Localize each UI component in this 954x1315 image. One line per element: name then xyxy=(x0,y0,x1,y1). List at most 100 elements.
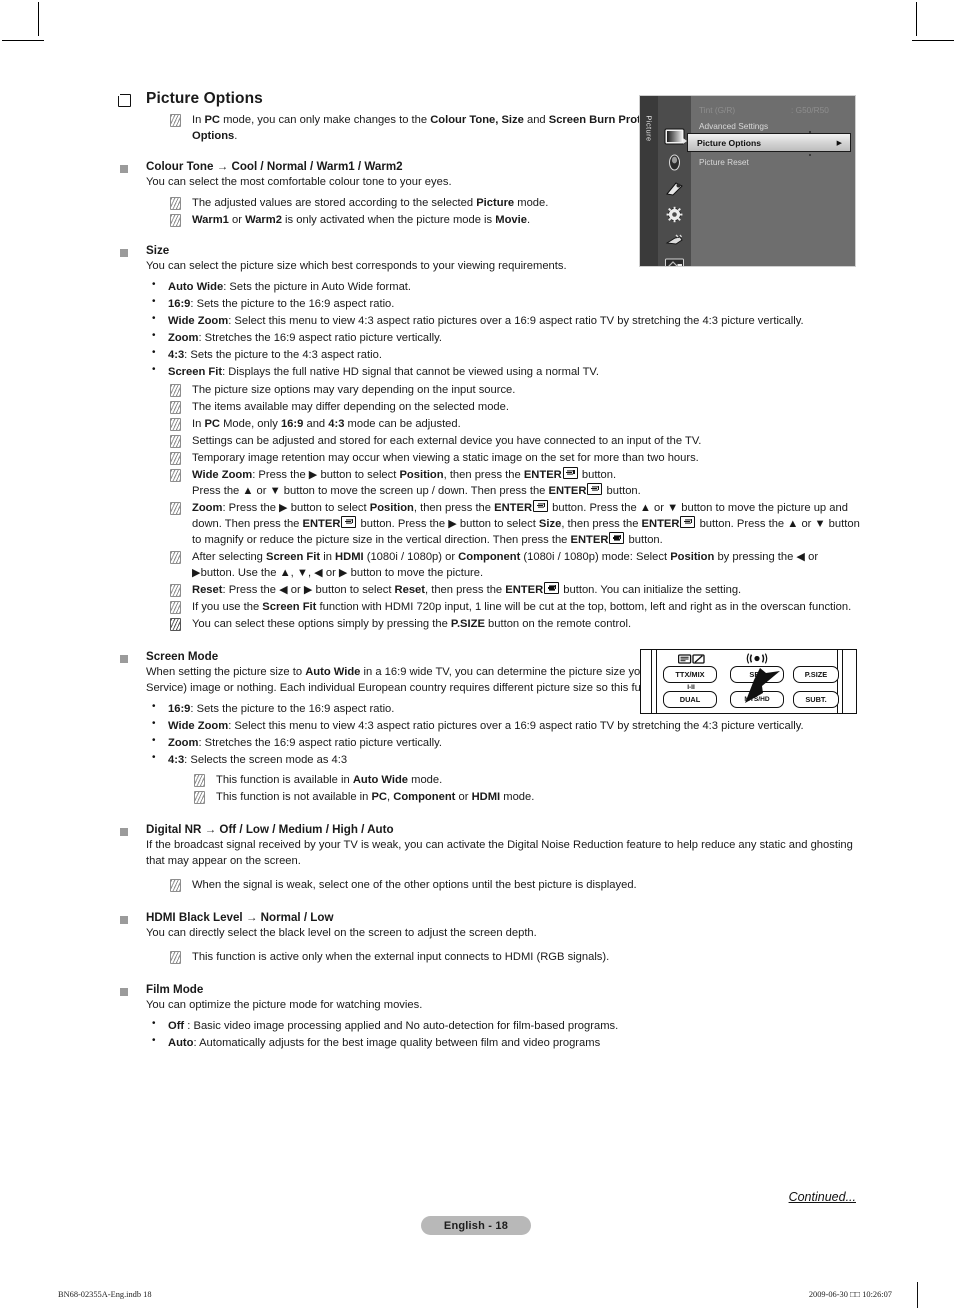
list-item: Off : Basic video image processing appli… xyxy=(146,1017,860,1034)
list-item: Zoom: Stretches the 16:9 aspect ratio pi… xyxy=(146,329,860,346)
osd-tick-lower xyxy=(809,154,811,156)
osd-row-label: Picture Reset xyxy=(699,157,749,167)
digital-nr-heading: Digital NR → Off / Low / Medium / High /… xyxy=(146,823,394,837)
note-text: Warm1 or Warm2 is only activated when th… xyxy=(192,213,531,226)
crop-mark-bottom-right xyxy=(917,1282,918,1308)
note-item: This function is active only when the ex… xyxy=(170,949,860,965)
list-item: Wide Zoom: Select this menu to view 4:3 … xyxy=(146,312,860,329)
screen-mode-notes-list: This function is available in Auto Wide … xyxy=(194,772,860,805)
crop-mark-top-left xyxy=(38,2,39,36)
p-size-button[interactable]: P.SIZE xyxy=(793,666,839,683)
list-item: 4:3: Selects the screen mode as 4:3 xyxy=(146,751,860,768)
tv-osd-menu-figure: Picture Tint (G/R): G50/R50 Advanced Se… xyxy=(639,95,856,267)
teletext-glyph-icon xyxy=(668,654,716,666)
srs-sound-glyph-icon xyxy=(737,653,777,666)
note-item: The items available may differ depending… xyxy=(170,399,860,415)
picture-icon[interactable] xyxy=(664,128,685,145)
note-pencil-icon xyxy=(170,601,181,615)
digital-nr-body: If the broadcast signal received by your… xyxy=(146,839,853,868)
note-pencil-icon xyxy=(170,469,181,483)
crop-mark-left-top xyxy=(2,40,44,41)
square-bullet-icon xyxy=(120,915,128,924)
film-mode-heading: Film Mode xyxy=(146,982,204,996)
osd-icon-column xyxy=(658,96,691,266)
note-pencil-icon xyxy=(170,435,181,449)
size-notes-list: The picture size options may vary depend… xyxy=(170,382,860,632)
support-icon[interactable] xyxy=(664,256,685,266)
osd-row-tint[interactable]: Tint (G/R) : G50/R50 xyxy=(699,105,829,115)
note-pencil-icon xyxy=(194,774,205,788)
note-item: The picture size options may vary depend… xyxy=(170,382,860,398)
hdmi-black-level-heading: HDMI Black Level → Normal / Low xyxy=(146,910,334,924)
note-text: In PC Mode, only 16:9 and 4:3 mode can b… xyxy=(192,418,461,430)
list-item: Auto: Automatically adjusts for the best… xyxy=(146,1034,860,1051)
list-item: Wide Zoom: Select this menu to view 4:3 … xyxy=(146,717,860,734)
note-text: If you use the Screen Fit function with … xyxy=(192,601,852,614)
note-text: This function is active only when the ex… xyxy=(192,950,610,963)
note-pencil-icon xyxy=(170,950,181,964)
hdmi-black-level-body: You can directly select the black level … xyxy=(146,926,537,939)
square-outline-bullet-icon xyxy=(117,93,131,107)
channel-icon[interactable] xyxy=(664,180,685,197)
osd-category-rail: Picture xyxy=(640,96,658,266)
section-film-mode: Film Mode You can optimize the picture m… xyxy=(112,983,860,1051)
square-bullet-icon xyxy=(120,828,128,837)
page-number-badge: English - 18 xyxy=(421,1216,531,1235)
srs-button[interactable]: SRS xyxy=(730,666,784,683)
remote-right-edge xyxy=(842,650,844,713)
note-pencil-icon xyxy=(170,551,181,565)
note-text: The adjusted values are stored according… xyxy=(192,196,549,209)
note-item: In PC Mode, only 16:9 and 4:3 mode can b… xyxy=(170,416,860,432)
square-bullet-icon xyxy=(120,248,128,257)
note-pencil-icon xyxy=(170,383,181,397)
film-mode-options-list: Off : Basic video image processing appli… xyxy=(146,1017,860,1051)
note-text: You can select these options simply by p… xyxy=(192,618,632,631)
note-item: If you use the Screen Fit function with … xyxy=(170,599,860,615)
ttx-mix-button[interactable]: TTX/MIX xyxy=(663,666,717,683)
note-pencil-icon xyxy=(170,196,181,210)
chevron-right-icon: ▶ xyxy=(836,140,842,147)
hdmi-black-level-notes: This function is active only when the ex… xyxy=(170,949,860,965)
note-text: When the signal is weak, select one of t… xyxy=(192,878,637,891)
note-item: You can select these options simply by p… xyxy=(170,616,860,632)
gear-icon[interactable] xyxy=(664,206,685,223)
size-options-list: Auto Wide: Sets the picture in Auto Wide… xyxy=(146,278,860,380)
manual-page: Picture Options In PC mode, you can only… xyxy=(0,0,954,1315)
square-bullet-icon xyxy=(120,987,128,996)
note-text: After selecting Screen Fit in HDMI (1080… xyxy=(192,551,819,580)
note-text: Temporary image retention may occur when… xyxy=(192,452,699,465)
note-text: This function is available in Auto Wide … xyxy=(216,774,443,787)
section-size: Size You can select the picture size whi… xyxy=(112,244,860,632)
mts-hd-button[interactable]: MTS/HD xyxy=(730,691,784,708)
note-pencil-icon xyxy=(170,878,181,892)
footer-timestamp: 2009-06-30 □□ 10:26:07 xyxy=(808,1290,892,1299)
note-text: This function is not available in PC, Co… xyxy=(216,791,535,804)
dual-button[interactable]: DUAL xyxy=(663,691,717,708)
osd-row-label: Tint (G/R) xyxy=(699,105,736,115)
subt-button[interactable]: SUBT. xyxy=(793,691,839,708)
osd-row-picture-reset[interactable]: Picture Reset xyxy=(699,157,749,167)
list-item: 4:3: Sets the picture to the 4:3 aspect … xyxy=(146,346,860,363)
note-text: Zoom: Press the ▶ button to select Posit… xyxy=(192,500,860,547)
osd-category-label: Picture xyxy=(644,115,654,142)
square-bullet-icon xyxy=(120,165,128,174)
note-pencil-icon xyxy=(170,400,181,414)
film-mode-body: You can optimize the picture mode for wa… xyxy=(146,998,423,1011)
remote-left-edge-inner xyxy=(656,650,658,713)
note-item: This function is not available in PC, Co… xyxy=(194,789,860,805)
section-digital-nr: Digital NR → Off / Low / Medium / High /… xyxy=(112,823,860,893)
input-icon[interactable] xyxy=(664,232,685,249)
note-text: Wide Zoom: Press the ▶ button to select … xyxy=(192,467,641,498)
remote-left-edge xyxy=(651,650,653,713)
dual-sound-glyph-icon: I-II xyxy=(687,684,695,691)
osd-row-value: : G50/R50 xyxy=(791,105,829,115)
osd-row-picture-options-selected[interactable]: Picture Options ▶ xyxy=(687,133,851,152)
note-pencil-icon xyxy=(170,584,181,598)
note-item: This function is available in Auto Wide … xyxy=(194,772,860,788)
osd-row-advanced-settings[interactable]: Advanced Settings xyxy=(699,121,768,131)
crop-mark-top-right xyxy=(916,2,917,36)
sound-icon[interactable] xyxy=(664,154,685,171)
note-text: The items available may differ depending… xyxy=(192,400,509,413)
note-pencil-icon xyxy=(170,213,181,227)
osd-menu-list: Tint (G/R) : G50/R50 Advanced Settings P… xyxy=(691,96,855,266)
